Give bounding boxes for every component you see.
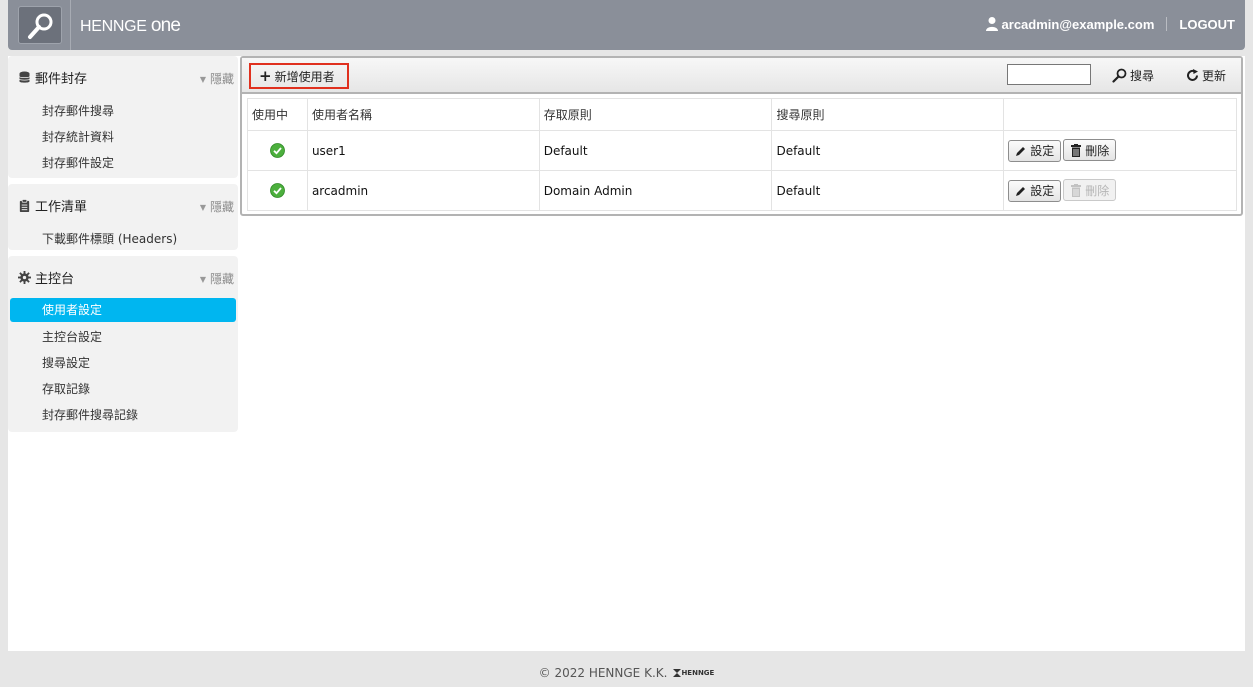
- delete-label: 刪除: [1085, 143, 1110, 158]
- check-circle-icon: [270, 183, 285, 198]
- table-row[interactable]: user1 Default Default 設定 刪除: [247, 130, 1237, 171]
- hide-label: 隱藏: [209, 72, 234, 86]
- check-circle-icon: [270, 143, 285, 158]
- hide-label: 隱藏: [209, 200, 234, 214]
- delete-button-disabled: 刪除: [1063, 179, 1117, 202]
- app-logo[interactable]: [18, 6, 62, 44]
- username-cell: user1: [306, 130, 540, 171]
- triangle-down-icon: ▼: [199, 275, 206, 284]
- brand-suffix: one: [150, 15, 181, 36]
- footer-logo-text: HENNGE: [681, 669, 715, 677]
- user-list-panel: + 新增使用者 搜尋 更新 使用中 使用者名稱 存取原則 搜尋原則 user1 …: [240, 56, 1243, 216]
- active-cell: [247, 130, 308, 171]
- username-cell: arcadmin: [306, 170, 540, 211]
- sidebar-section-header: 主控台 ▼ 隱藏: [8, 256, 238, 298]
- sidebar-item-archive-settings[interactable]: 封存郵件設定: [8, 150, 238, 176]
- hide-toggle[interactable]: ▼ 隱藏: [200, 270, 234, 287]
- henngee-mark-icon: [673, 669, 682, 677]
- refresh-icon: [1187, 69, 1198, 81]
- actions-cell: 設定 刪除: [1003, 130, 1237, 171]
- edit-label: 設定: [1030, 184, 1055, 199]
- sidebar-section-header: 郵件封存 ▼ 隱藏: [8, 56, 238, 98]
- sidebar-section-tasks: 工作清單 ▼ 隱藏 下載郵件標頭 (Headers): [8, 184, 238, 250]
- access-policy-cell: Default: [538, 130, 773, 171]
- logout-link[interactable]: LOGOUT: [1179, 17, 1235, 32]
- search-button[interactable]: 搜尋: [1112, 67, 1154, 84]
- toolbar: + 新增使用者 搜尋 更新: [242, 58, 1241, 94]
- pencil-icon: [1016, 146, 1026, 156]
- sidebar-item-archive-search[interactable]: 封存郵件搜尋: [8, 98, 238, 124]
- delete-label: 刪除: [1085, 183, 1110, 198]
- edit-button[interactable]: 設定: [1008, 179, 1062, 202]
- main-area: 郵件封存 ▼ 隱藏 封存郵件搜尋 封存統計資料 封存郵件設定 工作清單 ▼ 隱藏 下…: [8, 56, 1245, 651]
- gear-icon: [18, 270, 31, 284]
- user-table: 使用中 使用者名稱 存取原則 搜尋原則 user1 Default Defaul…: [247, 98, 1237, 211]
- clipboard-icon: [19, 198, 30, 212]
- sidebar-section-title: 主控台: [35, 271, 75, 287]
- column-header-search-policy[interactable]: 搜尋原則: [771, 98, 1005, 131]
- trash-icon: [1071, 143, 1082, 157]
- edit-button[interactable]: 設定: [1008, 139, 1062, 162]
- triangle-down-icon: ▼: [199, 203, 206, 212]
- brand-name: HENNGE one: [80, 15, 181, 37]
- sidebar-item-search-settings[interactable]: 搜尋設定: [8, 350, 238, 376]
- add-user-label: 新增使用者: [274, 69, 335, 84]
- access-policy-cell: Domain Admin: [538, 170, 773, 211]
- footer-logo: HENNGE: [673, 669, 714, 677]
- sidebar-item-download-headers[interactable]: 下載郵件標頭 (Headers): [8, 226, 238, 252]
- search-icon: [1112, 68, 1127, 83]
- refresh-label: 更新: [1202, 69, 1227, 83]
- column-header-access-policy[interactable]: 存取原則: [538, 98, 773, 131]
- plus-icon: +: [259, 66, 272, 85]
- top-header: HENNGE one arcadmin@example.com LOGOUT: [8, 0, 1245, 50]
- brand-text: HENNGE: [80, 18, 147, 35]
- column-header-actions: [1003, 98, 1237, 131]
- table-row[interactable]: arcadmin Domain Admin Default 設定 刪除: [247, 170, 1237, 211]
- user-menu: arcadmin@example.com LOGOUT: [985, 16, 1235, 32]
- sidebar-section-title: 工作清單: [35, 199, 88, 215]
- user-icon: [985, 17, 998, 31]
- sidebar-section-archive: 郵件封存 ▼ 隱藏 封存郵件搜尋 封存統計資料 封存郵件設定: [8, 56, 238, 178]
- copyright-text: © 2022 HENNGE K.K.: [538, 666, 668, 680]
- sidebar-item-archive-search-log[interactable]: 封存郵件搜尋記錄: [8, 402, 238, 428]
- header-divider: [70, 0, 71, 50]
- sidebar-item-access-log[interactable]: 存取記錄: [8, 376, 238, 402]
- edit-label: 設定: [1030, 144, 1055, 159]
- active-cell: [247, 170, 308, 211]
- sidebar-item-user-settings[interactable]: 使用者設定: [10, 298, 236, 322]
- database-icon: [19, 71, 30, 83]
- hide-label: 隱藏: [209, 272, 234, 286]
- sidebar-section-title: 郵件封存: [35, 71, 88, 87]
- actions-cell: 設定 刪除: [1003, 170, 1237, 211]
- user-divider: [1166, 17, 1168, 31]
- hide-toggle[interactable]: ▼ 隱藏: [200, 70, 234, 87]
- trash-icon: [1071, 183, 1082, 197]
- add-user-button[interactable]: + 新增使用者: [249, 63, 349, 89]
- column-header-active[interactable]: 使用中: [247, 98, 308, 131]
- triangle-down-icon: ▼: [199, 75, 206, 84]
- search-policy-cell: Default: [771, 170, 1005, 211]
- sidebar-item-archive-stats[interactable]: 封存統計資料: [8, 124, 238, 150]
- sidebar-item-console-settings[interactable]: 主控台設定: [8, 324, 238, 350]
- column-header-username[interactable]: 使用者名稱: [306, 98, 540, 131]
- refresh-button[interactable]: 更新: [1186, 67, 1226, 84]
- pencil-icon: [1016, 186, 1026, 196]
- magnifier-logo-icon: [28, 13, 53, 39]
- sidebar: 郵件封存 ▼ 隱藏 封存郵件搜尋 封存統計資料 封存郵件設定 工作清單 ▼ 隱藏 下…: [8, 56, 238, 438]
- footer: © 2022 HENNGE K.K. HENNGE: [0, 666, 1253, 680]
- table-header-row: 使用中 使用者名稱 存取原則 搜尋原則: [247, 98, 1237, 131]
- sidebar-section-header: 工作清單 ▼ 隱藏: [8, 184, 238, 226]
- search-input[interactable]: [1007, 64, 1091, 85]
- delete-button[interactable]: 刪除: [1063, 139, 1117, 162]
- sidebar-section-console: 主控台 ▼ 隱藏 使用者設定 主控台設定 搜尋設定 存取記錄 封存郵件搜尋記錄: [8, 256, 238, 432]
- search-label: 搜尋: [1130, 69, 1155, 83]
- hide-toggle[interactable]: ▼ 隱藏: [200, 198, 234, 215]
- search-policy-cell: Default: [771, 130, 1005, 171]
- user-email[interactable]: arcadmin@example.com: [1002, 17, 1155, 32]
